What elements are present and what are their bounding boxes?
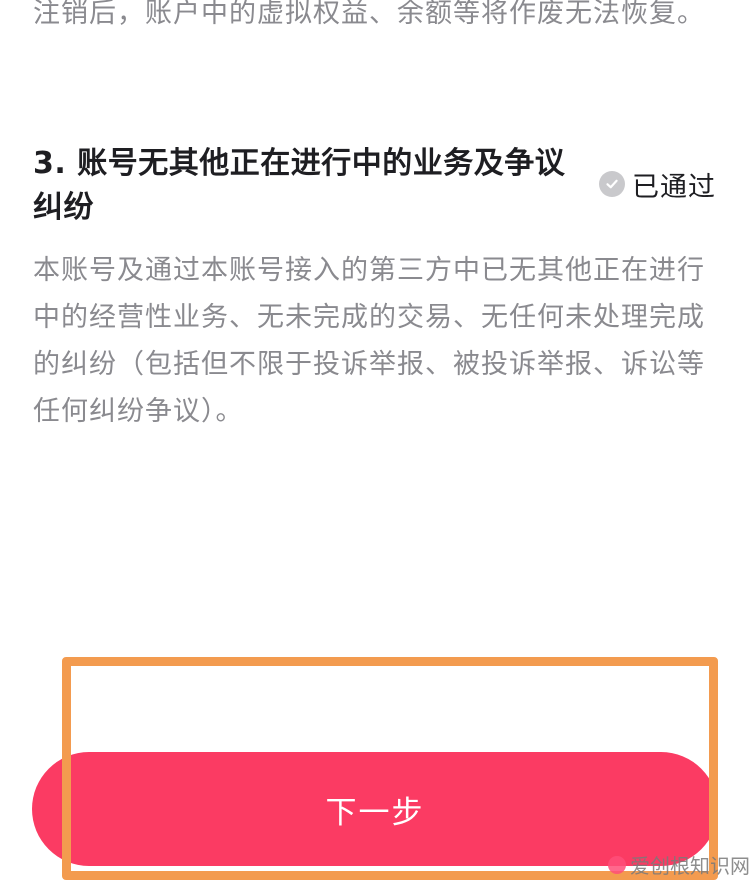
next-step-label: 下一步 <box>325 794 425 830</box>
check-circle-icon <box>599 171 625 197</box>
condition-3-title: 3. 账号无其他正在进行中的业务及争议纠纷 <box>33 146 566 225</box>
watermark-text: 爱创根知识网 <box>630 854 750 878</box>
condition-3-description: 本账号及通过本账号接入的第三方中已无其他正在进行中的经营性业务、无未完成的交易、… <box>33 255 705 427</box>
watermark: 爱创根知识网 <box>608 850 750 879</box>
condition-3-status: 已通过 <box>599 164 716 204</box>
watermark-logo-icon <box>608 855 626 874</box>
account-cancellation-page: 注销后，账户中的虚拟权益、余额等将作废无法恢复。 3. 账号无其他正在进行中的业… <box>0 0 750 883</box>
next-step-button[interactable]: 下一步 <box>32 752 718 866</box>
status-label: 已通过 <box>632 171 716 203</box>
cancellation-notice-text: 注销后，账户中的虚拟权益、余额等将作废无法恢复。 <box>33 0 705 29</box>
